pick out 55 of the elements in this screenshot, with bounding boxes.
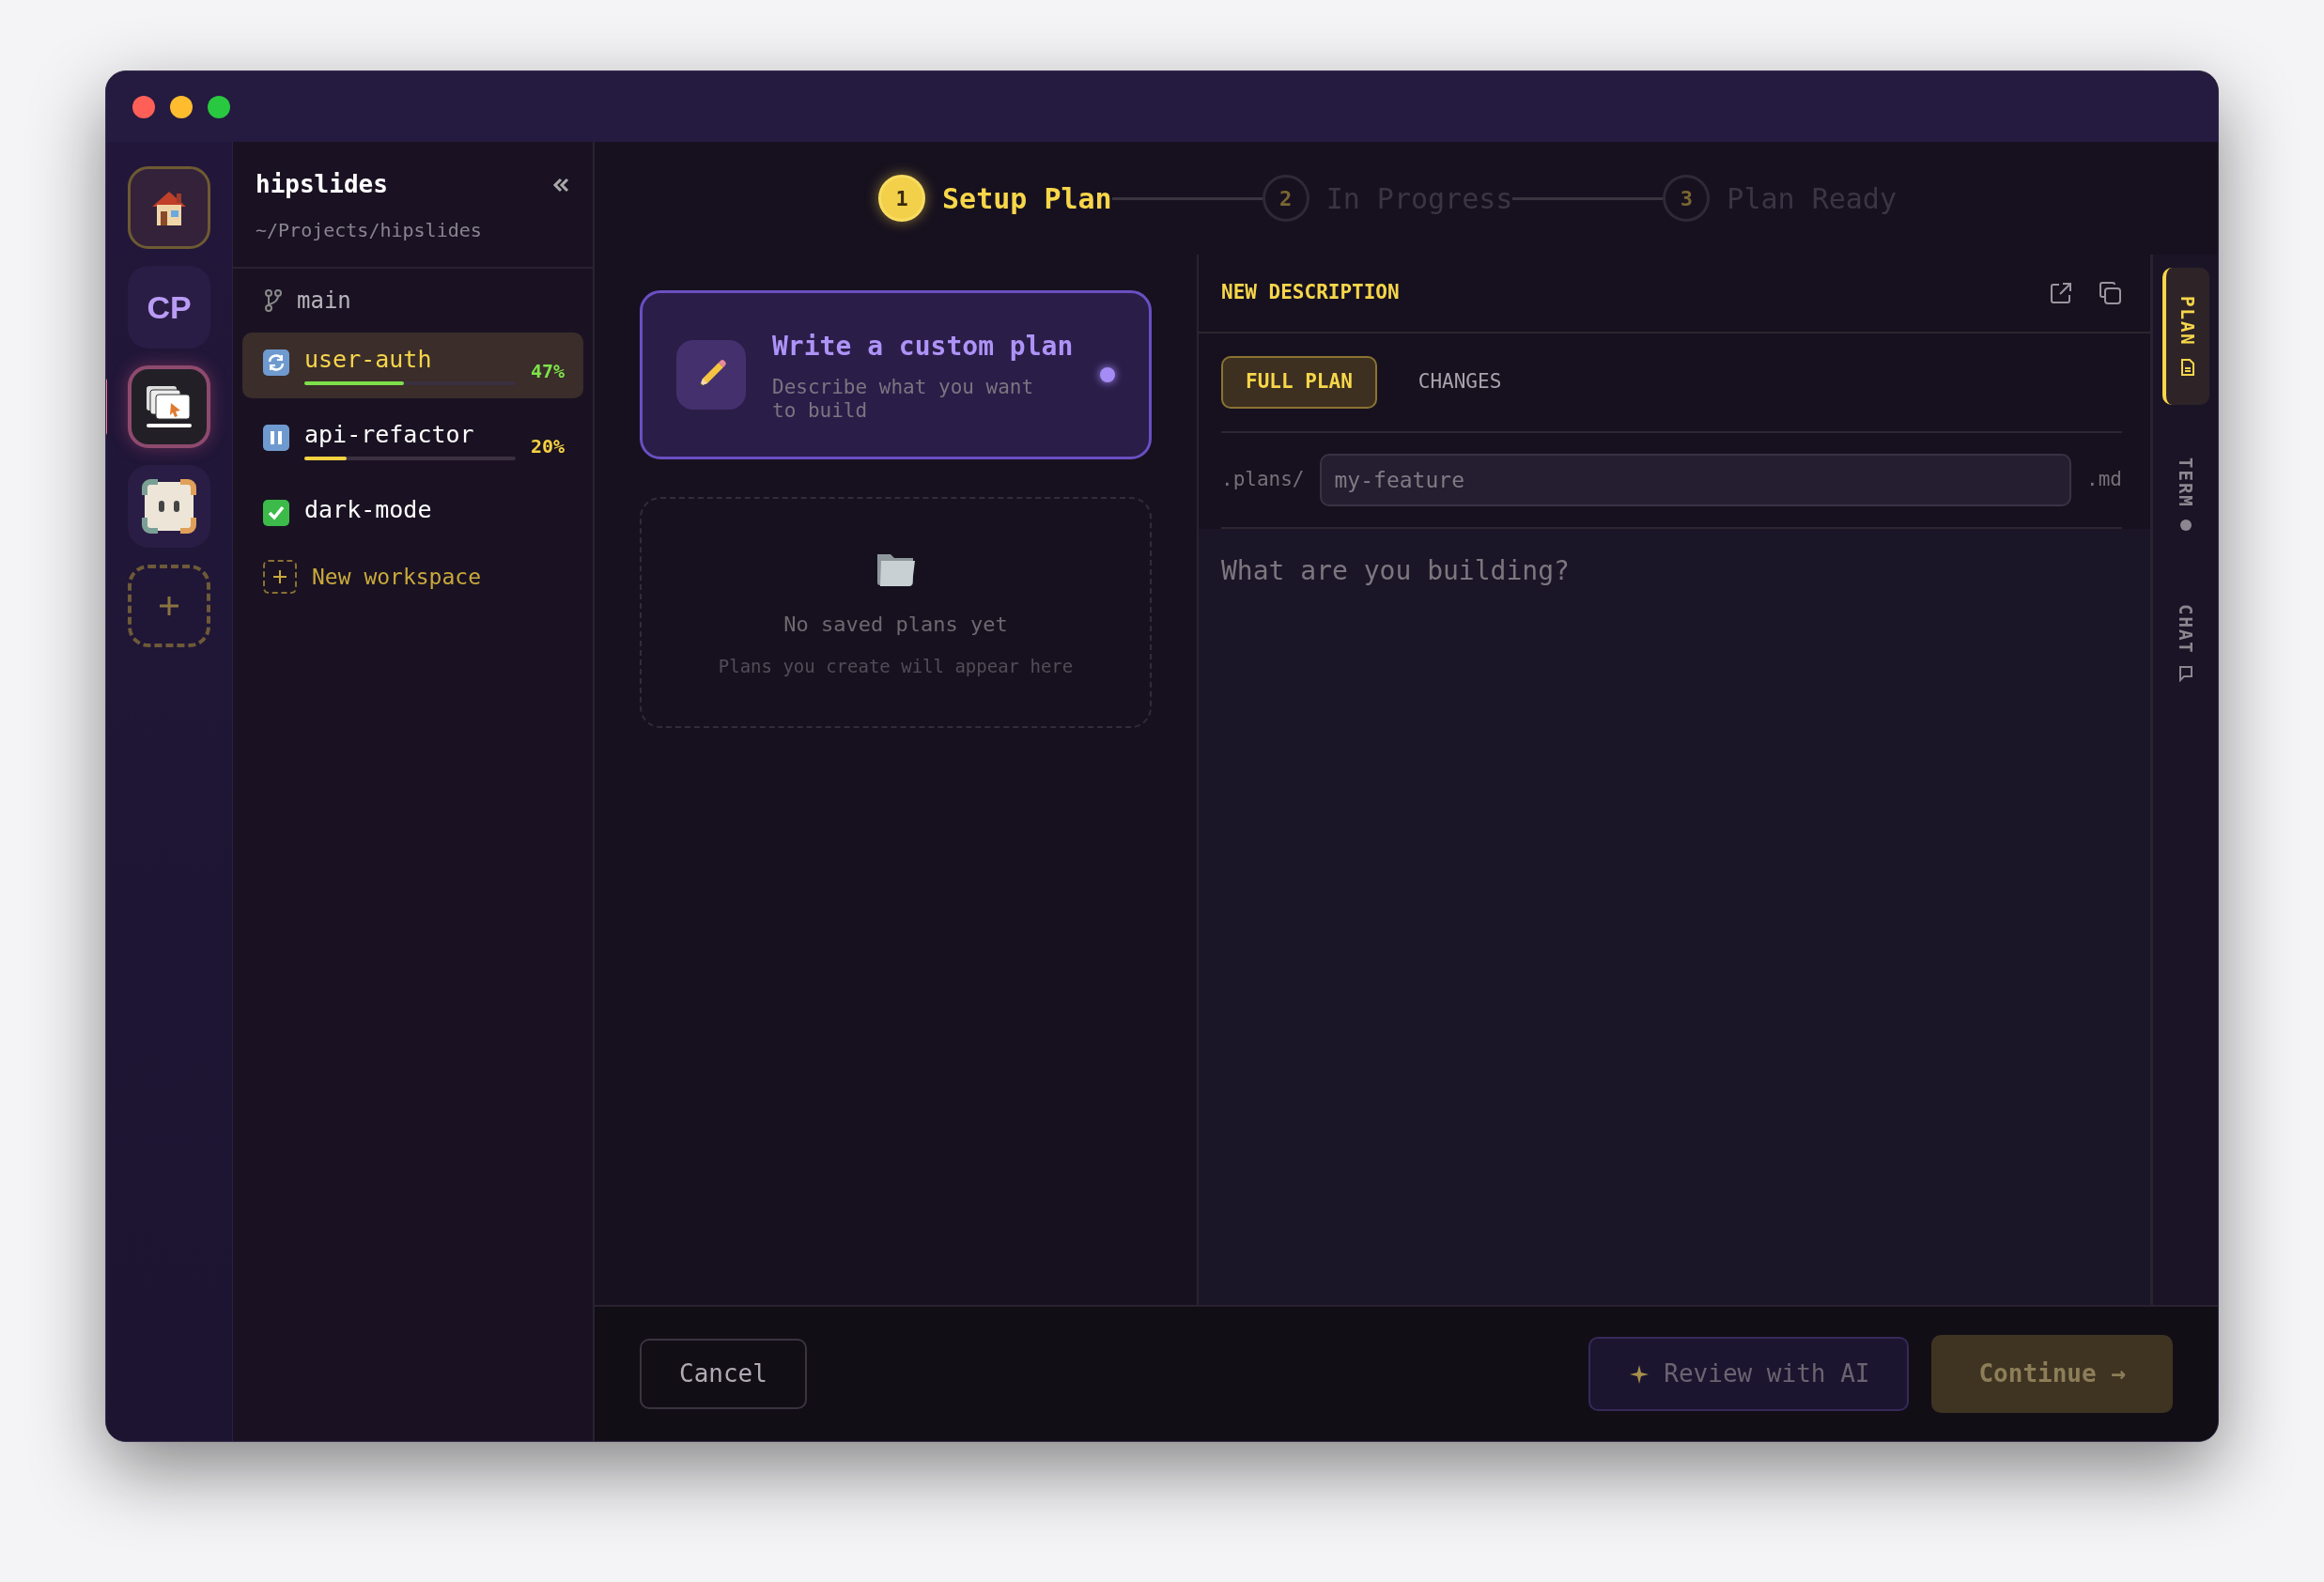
view-tab[interactable]: FULL PLAN xyxy=(1221,356,1377,409)
filename-field[interactable]: my-feature xyxy=(1319,453,2072,506)
workspace-name: user-auth xyxy=(304,346,433,374)
cancel-button[interactable]: Cancel xyxy=(640,1339,807,1409)
side-tab[interactable]: CHAT xyxy=(2161,582,2209,704)
add-project-button[interactable] xyxy=(128,565,210,647)
open-external-button[interactable] xyxy=(2049,281,2073,305)
robot-face-icon xyxy=(141,478,197,535)
pause-icon xyxy=(263,425,289,451)
progress-percent: 20% xyxy=(531,434,566,459)
workspace-name: dark-mode xyxy=(304,496,432,524)
step-number: 3 xyxy=(1663,175,1711,222)
branch-name: main xyxy=(297,287,351,316)
workspace-item[interactable]: user-auth 47% xyxy=(242,333,583,398)
double-chevron-icon xyxy=(551,176,570,194)
status-dot-icon xyxy=(2179,519,2192,531)
plus-icon xyxy=(272,569,287,584)
card-description: Describe what you want to build xyxy=(772,376,1035,424)
plus-icon xyxy=(158,595,180,617)
external-link-icon xyxy=(2049,281,2073,305)
close-button[interactable] xyxy=(132,95,155,118)
view-tab[interactable]: CHANGES xyxy=(1393,356,1526,409)
step-number: 2 xyxy=(1262,175,1309,222)
side-tab[interactable]: TERM xyxy=(2161,436,2209,551)
file-extension: .md xyxy=(2086,466,2122,492)
workspace-item[interactable]: dark-mode xyxy=(242,483,583,539)
workspace-name: api-refactor xyxy=(304,421,475,449)
description-field[interactable]: What are you building? xyxy=(1199,528,2150,1305)
side-tab[interactable]: PLAN xyxy=(2161,268,2209,405)
branch-icon xyxy=(265,289,282,312)
document-icon xyxy=(2179,357,2195,377)
new-workspace-link[interactable]: New workspace xyxy=(312,560,481,594)
selection-dot xyxy=(1100,367,1115,383)
progress-percent: 47% xyxy=(531,359,566,384)
step-label: Setup Plan xyxy=(942,180,1112,217)
empty-state-text: Plans you create will appear here xyxy=(718,654,1074,678)
chat-icon xyxy=(2177,665,2193,683)
zoom-button[interactable] xyxy=(208,95,230,118)
copy-button[interactable] xyxy=(2098,281,2122,305)
project-title: hipslides xyxy=(256,169,388,200)
minimize-button[interactable] xyxy=(170,95,193,118)
project-button[interactable] xyxy=(128,166,210,249)
copy-icon xyxy=(2098,281,2122,305)
empty-state-title: No saved plans yet xyxy=(783,611,1008,638)
check-icon xyxy=(263,500,289,526)
panel-title: NEW DESCRIPTION xyxy=(1221,280,1400,306)
step-number: 1 xyxy=(878,175,926,222)
workspace-item[interactable]: api-refactor 20% xyxy=(242,408,583,473)
custom-plan-card[interactable]: Write a custom plan Describe what you want to build xyxy=(640,290,1152,460)
project-path: ~/Projects/hipslides xyxy=(256,218,483,243)
card-title: Write a custom plan xyxy=(772,330,1074,364)
path-prefix: .plans/ xyxy=(1221,466,1305,492)
project-initials-button[interactable]: CP xyxy=(128,266,210,349)
sync-icon xyxy=(263,349,289,376)
project-button[interactable] xyxy=(128,465,210,548)
